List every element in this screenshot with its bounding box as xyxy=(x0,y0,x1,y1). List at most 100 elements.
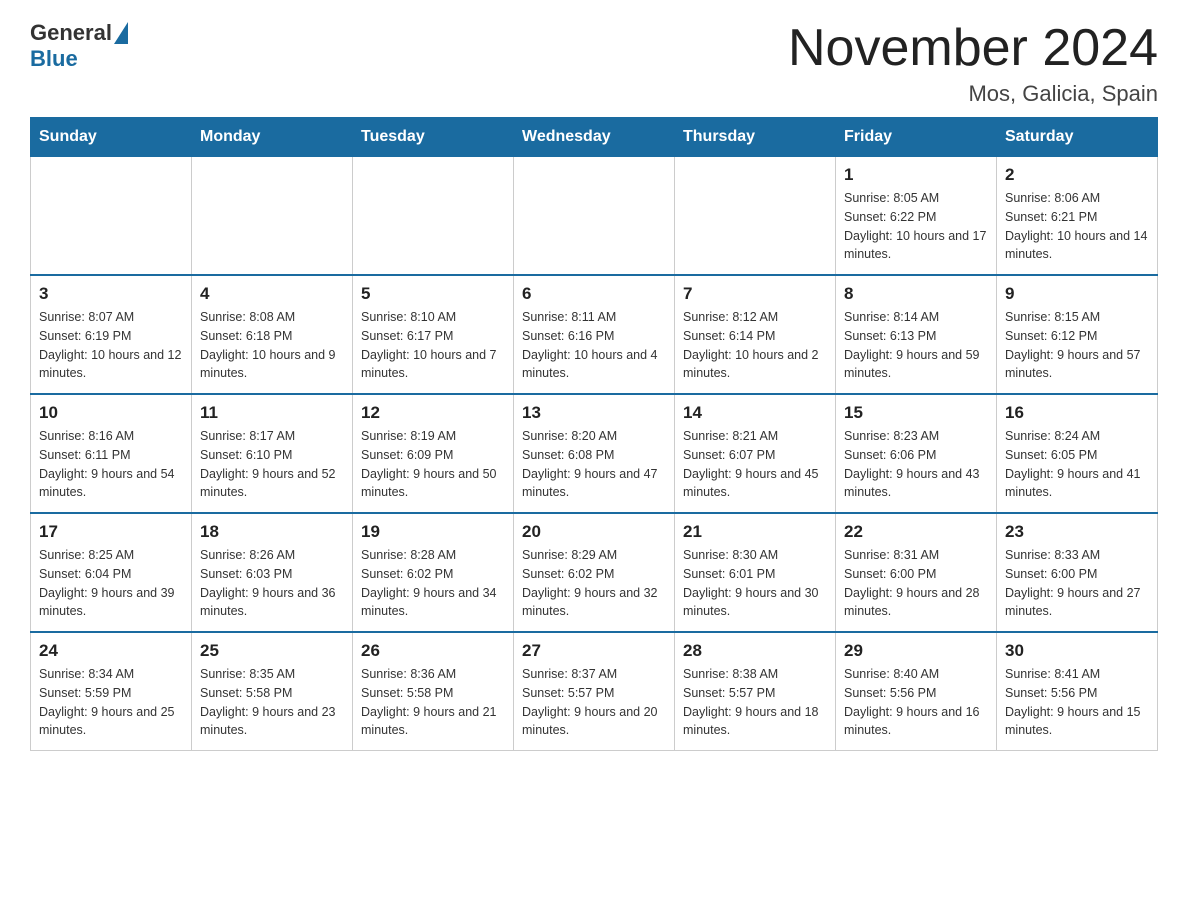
day-info: Sunrise: 8:24 AMSunset: 6:05 PMDaylight:… xyxy=(1005,427,1149,502)
day-info: Sunrise: 8:25 AMSunset: 6:04 PMDaylight:… xyxy=(39,546,183,621)
day-info: Sunrise: 8:33 AMSunset: 6:00 PMDaylight:… xyxy=(1005,546,1149,621)
calendar-week-row: 24 Sunrise: 8:34 AMSunset: 5:59 PMDayligh… xyxy=(31,632,1158,751)
day-number: 26 xyxy=(361,641,505,661)
day-info: Sunrise: 8:28 AMSunset: 6:02 PMDaylight:… xyxy=(361,546,505,621)
day-number: 2 xyxy=(1005,165,1149,185)
day-number: 8 xyxy=(844,284,988,304)
logo-triangle-icon xyxy=(114,22,128,44)
calendar-cell xyxy=(675,157,836,276)
day-number: 30 xyxy=(1005,641,1149,661)
calendar-cell: 28Sunrise: 8:38 AMSunset: 5:57 PMDayligh… xyxy=(675,632,836,751)
calendar-week-row: 17Sunrise: 8:25 AMSunset: 6:04 PMDayligh… xyxy=(31,513,1158,632)
calendar-cell: 25 Sunrise: 8:35 AMSunset: 5:58 PMDayligh… xyxy=(192,632,353,751)
header-sunday: Sunday xyxy=(31,118,192,157)
calendar-cell: 15 Sunrise: 8:23 AMSunset: 6:06 PMDayligh… xyxy=(836,394,997,513)
calendar-cell: 2 Sunrise: 8:06 AMSunset: 6:21 PMDaylight… xyxy=(997,157,1158,276)
month-title: November 2024 xyxy=(788,20,1158,77)
calendar-table: Sunday Monday Tuesday Wednesday Thursday… xyxy=(30,117,1158,751)
header-monday: Monday xyxy=(192,118,353,157)
day-number: 23 xyxy=(1005,522,1149,542)
calendar-cell: 19 Sunrise: 8:28 AMSunset: 6:02 PMDayligh… xyxy=(353,513,514,632)
day-number: 21 xyxy=(683,522,827,542)
calendar-cell xyxy=(353,157,514,276)
calendar-week-row: 10 Sunrise: 8:16 AMSunset: 6:11 PMDayligh… xyxy=(31,394,1158,513)
calendar-cell: 18Sunrise: 8:26 AMSunset: 6:03 PMDayligh… xyxy=(192,513,353,632)
calendar-cell: 9 Sunrise: 8:15 AMSunset: 6:12 PMDaylight… xyxy=(997,275,1158,394)
calendar-cell: 24 Sunrise: 8:34 AMSunset: 5:59 PMDayligh… xyxy=(31,632,192,751)
calendar-cell: 21 Sunrise: 8:30 AMSunset: 6:01 PMDayligh… xyxy=(675,513,836,632)
day-number: 13 xyxy=(522,403,666,423)
calendar-cell: 23 Sunrise: 8:33 AMSunset: 6:00 PMDayligh… xyxy=(997,513,1158,632)
day-number: 6 xyxy=(522,284,666,304)
day-number: 7 xyxy=(683,284,827,304)
day-info: Sunrise: 8:16 AMSunset: 6:11 PMDaylight:… xyxy=(39,427,183,502)
day-info: Sunrise: 8:21 AMSunset: 6:07 PMDaylight:… xyxy=(683,427,827,502)
day-number: 24 xyxy=(39,641,183,661)
logo-blue-text: Blue xyxy=(30,46,78,72)
calendar-cell: 29 Sunrise: 8:40 AMSunset: 5:56 PMDayligh… xyxy=(836,632,997,751)
title-block: November 2024 Mos, Galicia, Spain xyxy=(788,20,1158,107)
day-info: Sunrise: 8:10 AMSunset: 6:17 PMDaylight:… xyxy=(361,308,505,383)
day-info: Sunrise: 8:30 AMSunset: 6:01 PMDaylight:… xyxy=(683,546,827,621)
day-info: Sunrise: 8:17 AMSunset: 6:10 PMDaylight:… xyxy=(200,427,344,502)
day-info: Sunrise: 8:15 AMSunset: 6:12 PMDaylight:… xyxy=(1005,308,1149,383)
calendar-week-row: 3 Sunrise: 8:07 AMSunset: 6:19 PMDaylight… xyxy=(31,275,1158,394)
header-saturday: Saturday xyxy=(997,118,1158,157)
calendar-cell: 7 Sunrise: 8:12 AMSunset: 6:14 PMDaylight… xyxy=(675,275,836,394)
day-info: Sunrise: 8:29 AMSunset: 6:02 PMDaylight:… xyxy=(522,546,666,621)
day-info: Sunrise: 8:12 AMSunset: 6:14 PMDaylight:… xyxy=(683,308,827,383)
day-info: Sunrise: 8:07 AMSunset: 6:19 PMDaylight:… xyxy=(39,308,183,383)
day-number: 19 xyxy=(361,522,505,542)
calendar-cell: 11Sunrise: 8:17 AMSunset: 6:10 PMDayligh… xyxy=(192,394,353,513)
day-number: 15 xyxy=(844,403,988,423)
calendar-cell: 6Sunrise: 8:11 AMSunset: 6:16 PMDaylight… xyxy=(514,275,675,394)
weekday-header-row: Sunday Monday Tuesday Wednesday Thursday… xyxy=(31,118,1158,157)
calendar-week-row: 1 Sunrise: 8:05 AMSunset: 6:22 PMDaylight… xyxy=(31,157,1158,276)
calendar-cell: 10 Sunrise: 8:16 AMSunset: 6:11 PMDayligh… xyxy=(31,394,192,513)
calendar-cell xyxy=(192,157,353,276)
day-number: 20 xyxy=(522,522,666,542)
day-info: Sunrise: 8:06 AMSunset: 6:21 PMDaylight:… xyxy=(1005,189,1149,264)
page-header: General Blue November 2024 Mos, Galicia,… xyxy=(30,20,1158,107)
day-info: Sunrise: 8:36 AMSunset: 5:58 PMDaylight:… xyxy=(361,665,505,740)
day-number: 29 xyxy=(844,641,988,661)
calendar-cell: 4 Sunrise: 8:08 AMSunset: 6:18 PMDaylight… xyxy=(192,275,353,394)
day-number: 12 xyxy=(361,403,505,423)
calendar-cell: 12 Sunrise: 8:19 AMSunset: 6:09 PMDayligh… xyxy=(353,394,514,513)
calendar-cell: 13 Sunrise: 8:20 AMSunset: 6:08 PMDayligh… xyxy=(514,394,675,513)
day-info: Sunrise: 8:38 AMSunset: 5:57 PMDaylight:… xyxy=(683,665,827,740)
day-number: 25 xyxy=(200,641,344,661)
calendar-cell: 14 Sunrise: 8:21 AMSunset: 6:07 PMDayligh… xyxy=(675,394,836,513)
calendar-cell: 1 Sunrise: 8:05 AMSunset: 6:22 PMDaylight… xyxy=(836,157,997,276)
day-number: 10 xyxy=(39,403,183,423)
header-wednesday: Wednesday xyxy=(514,118,675,157)
day-info: Sunrise: 8:19 AMSunset: 6:09 PMDaylight:… xyxy=(361,427,505,502)
day-number: 22 xyxy=(844,522,988,542)
calendar-cell: 27 Sunrise: 8:37 AMSunset: 5:57 PMDayligh… xyxy=(514,632,675,751)
day-info: Sunrise: 8:08 AMSunset: 6:18 PMDaylight:… xyxy=(200,308,344,383)
day-info: Sunrise: 8:35 AMSunset: 5:58 PMDaylight:… xyxy=(200,665,344,740)
day-info: Sunrise: 8:37 AMSunset: 5:57 PMDaylight:… xyxy=(522,665,666,740)
day-info: Sunrise: 8:26 AMSunset: 6:03 PMDaylight:… xyxy=(200,546,344,621)
logo: General Blue xyxy=(30,20,128,72)
day-info: Sunrise: 8:20 AMSunset: 6:08 PMDaylight:… xyxy=(522,427,666,502)
location-title: Mos, Galicia, Spain xyxy=(788,81,1158,107)
day-info: Sunrise: 8:23 AMSunset: 6:06 PMDaylight:… xyxy=(844,427,988,502)
day-number: 4 xyxy=(200,284,344,304)
day-info: Sunrise: 8:40 AMSunset: 5:56 PMDaylight:… xyxy=(844,665,988,740)
calendar-cell: 20 Sunrise: 8:29 AMSunset: 6:02 PMDayligh… xyxy=(514,513,675,632)
day-number: 27 xyxy=(522,641,666,661)
day-info: Sunrise: 8:05 AMSunset: 6:22 PMDaylight:… xyxy=(844,189,988,264)
calendar-cell: 5Sunrise: 8:10 AMSunset: 6:17 PMDaylight… xyxy=(353,275,514,394)
day-info: Sunrise: 8:34 AMSunset: 5:59 PMDaylight:… xyxy=(39,665,183,740)
calendar-cell: 3 Sunrise: 8:07 AMSunset: 6:19 PMDaylight… xyxy=(31,275,192,394)
logo-general-text: General xyxy=(30,20,112,46)
day-number: 9 xyxy=(1005,284,1149,304)
day-number: 14 xyxy=(683,403,827,423)
day-number: 1 xyxy=(844,165,988,185)
calendar-cell xyxy=(514,157,675,276)
day-number: 3 xyxy=(39,284,183,304)
header-friday: Friday xyxy=(836,118,997,157)
day-info: Sunrise: 8:14 AMSunset: 6:13 PMDaylight:… xyxy=(844,308,988,383)
day-number: 16 xyxy=(1005,403,1149,423)
